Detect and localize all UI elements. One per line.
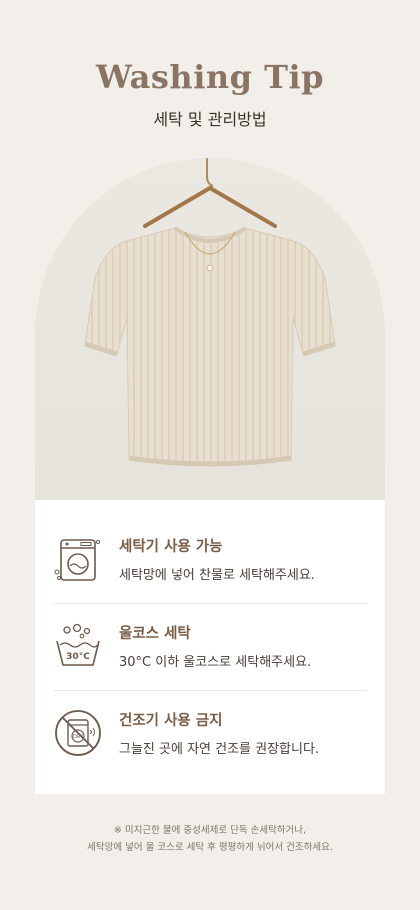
footnote-line-2: 세탁망에 넣어 울 코스로 세탁 후 평평하게 뉘어서 건조하세요. <box>87 842 333 853</box>
page-title: Washing Tip <box>96 58 324 96</box>
care-item-washing-machine: 세탁기 사용 가능 세탁망에 넣어 찬물로 세탁해주세요. <box>53 516 367 602</box>
care-item-title: 울코스 세탁 <box>119 626 191 642</box>
wool-course-wash-icon: 30°C <box>56 623 100 666</box>
care-item-desc: 30°C 이하 울코스로 세탁해주세요. <box>119 655 312 670</box>
care-item-desc: 그늘진 곳에 자연 건조를 권장합니다. <box>119 742 320 757</box>
wool-course-temp-label: 30°C <box>66 652 90 662</box>
care-card: 세탁기 사용 가능 세탁망에 넣어 찬물로 세탁해주세요. 30°C 울코스 세… <box>35 500 385 794</box>
care-item-desc: 세탁망에 넣어 찬물로 세탁해주세요. <box>119 568 315 583</box>
sweater-illustration <box>84 158 336 467</box>
product-image <box>35 158 385 500</box>
washing-machine-icon <box>54 539 101 581</box>
care-item-title: 건조기 사용 금지 <box>119 713 223 729</box>
care-item-title: 세탁기 사용 가능 <box>119 539 223 555</box>
care-footnote: ※ 미지근한 물에 중성세제로 단독 손세탁하거나, 세탁망에 넣어 울 코스로… <box>0 822 420 856</box>
no-dryer-icon: DRY <box>55 710 101 756</box>
care-item-no-dryer: DRY 건조기 사용 금지 그늘진 곳에 자연 건조를 권장합니다. <box>53 690 367 776</box>
footnote-line-1: ※ 미지근한 물에 중성세제로 단독 손세탁하거나, <box>113 825 307 836</box>
page-subtitle: 세탁 및 관리방법 <box>153 110 267 129</box>
care-item-wool-course: 30°C 울코스 세탁 30°C 이하 울코스로 세탁해주세요. <box>53 603 367 689</box>
